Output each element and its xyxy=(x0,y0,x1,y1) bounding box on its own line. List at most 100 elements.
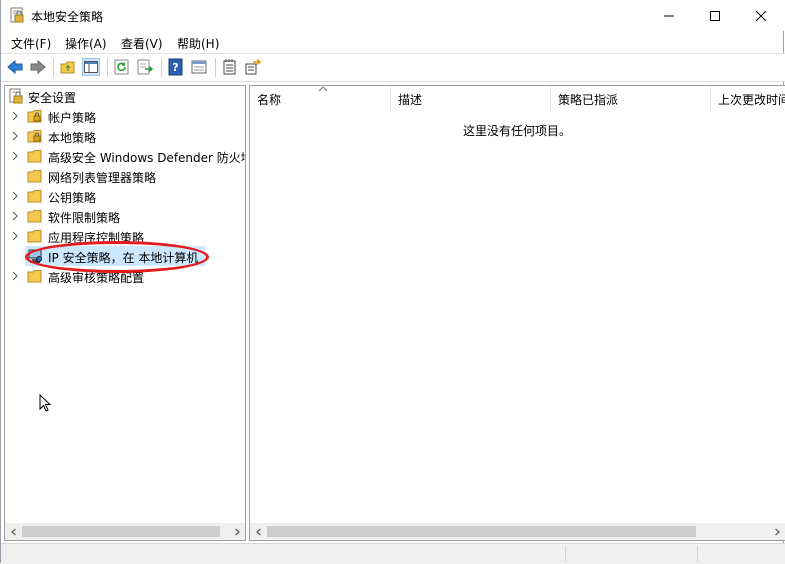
window-title: 本地安全策略 xyxy=(31,10,104,24)
tree-item-account-policies[interactable]: 帐户策略 xyxy=(5,106,245,126)
scroll-thumb[interactable] xyxy=(267,526,696,537)
close-icon xyxy=(755,10,767,21)
folder-icon xyxy=(27,190,42,203)
tree-item-label: 网络列表管理器策略 xyxy=(48,171,157,185)
chevron-left-icon xyxy=(255,528,261,535)
empty-list-message: 这里没有任何项目。 xyxy=(463,124,572,138)
menu-view[interactable]: 查看(V) xyxy=(121,35,163,52)
tree-item-label: 本地策略 xyxy=(48,131,97,145)
menu-help[interactable]: 帮助(H) xyxy=(177,35,219,52)
refresh-button[interactable] xyxy=(113,58,131,76)
tree-item-label: 帐户策略 xyxy=(48,111,97,125)
column-label: 上次更改时间 xyxy=(718,93,785,107)
show-hide-tree-icon xyxy=(84,61,98,73)
minimize-button[interactable] xyxy=(646,0,692,31)
tree-item-public-key[interactable]: 公钥策略 xyxy=(5,186,245,206)
tree-item-software-restriction[interactable]: 软件限制策略 xyxy=(5,206,245,226)
chevron-right-icon xyxy=(774,528,780,535)
tree-root-item[interactable]: 安全设置 xyxy=(5,86,245,106)
status-bar-section xyxy=(565,546,696,562)
sort-ascending-icon xyxy=(318,86,328,92)
minimize-icon xyxy=(664,15,674,16)
tree-item-local-policies[interactable]: 本地策略 xyxy=(5,126,245,146)
red-annotation-circle xyxy=(25,241,209,273)
tree-item-label: 公钥策略 xyxy=(48,191,97,205)
list-horizontal-scrollbar[interactable] xyxy=(250,523,785,540)
folder-icon xyxy=(27,230,42,243)
column-header-description[interactable]: 描述 xyxy=(391,86,551,110)
toolbar-separator xyxy=(161,58,162,77)
forward-button[interactable] xyxy=(29,58,47,76)
chevron-left-icon xyxy=(10,528,16,535)
svg-text:?: ? xyxy=(172,61,178,74)
toolbar-separator xyxy=(215,58,216,77)
properties-icon xyxy=(191,60,207,74)
tree-root-label: 安全设置 xyxy=(28,91,77,105)
app-window: 本地安全策略 文件(F) 操作(A) 查看(V) 帮助(H) ? 安全设置 帐户… xyxy=(0,0,785,564)
help-icon: ? xyxy=(168,58,183,76)
chevron-right-icon[interactable] xyxy=(11,231,19,241)
scroll-right-button[interactable] xyxy=(768,523,785,540)
chevron-right-icon[interactable] xyxy=(11,271,19,281)
tree-pane[interactable]: 安全设置 帐户策略 本地策略 高级安全 Windows Defender 防火墙… xyxy=(4,85,246,541)
properties-button[interactable] xyxy=(190,58,208,76)
column-label: 描述 xyxy=(398,93,423,107)
chevron-right-icon[interactable] xyxy=(11,191,19,201)
close-button[interactable] xyxy=(738,0,784,31)
scroll-left-button[interactable] xyxy=(250,523,267,540)
security-settings-icon xyxy=(9,88,23,104)
export-list-button[interactable] xyxy=(136,58,154,76)
status-bar-section xyxy=(697,546,784,562)
tree-item-label: 高级安全 Windows Defender 防火墙 xyxy=(48,151,246,165)
toolbar: ? xyxy=(1,54,785,82)
move-tasks-icon xyxy=(245,58,262,75)
list-pane[interactable]: 名称 描述 策略已指派 上次更改时间 这里没有任何项目。 xyxy=(249,85,785,541)
up-one-level-button[interactable] xyxy=(59,58,77,76)
chevron-right-icon[interactable] xyxy=(11,111,19,121)
security-policy-app-icon xyxy=(10,7,24,23)
menu-action[interactable]: 操作(A) xyxy=(65,35,107,52)
help-button[interactable]: ? xyxy=(167,58,185,76)
back-button[interactable] xyxy=(6,58,24,76)
chevron-right-icon[interactable] xyxy=(11,211,19,221)
scroll-right-button[interactable] xyxy=(228,523,245,540)
refresh-icon xyxy=(114,59,129,75)
chevron-right-icon[interactable] xyxy=(11,131,19,141)
notepad-button[interactable] xyxy=(221,58,239,76)
folder-icon xyxy=(27,150,42,163)
tree-horizontal-scrollbar[interactable] xyxy=(5,523,245,540)
mouse-cursor-icon xyxy=(39,394,52,412)
column-label: 名称 xyxy=(257,93,282,107)
menu-file[interactable]: 文件(F) xyxy=(11,35,51,52)
column-header-last-modified[interactable]: 上次更改时间 xyxy=(711,86,785,110)
folder-icon xyxy=(27,270,42,283)
notepad-icon xyxy=(223,59,236,75)
status-bar xyxy=(1,543,785,564)
move-tasks-button[interactable] xyxy=(244,58,262,76)
menu-bar: 文件(F) 操作(A) 查看(V) 帮助(H) xyxy=(1,31,785,54)
chevron-right-icon xyxy=(234,528,240,535)
locked-folder-icon xyxy=(27,130,42,143)
up-folder-icon xyxy=(60,61,75,74)
maximize-button[interactable] xyxy=(692,0,738,31)
toolbar-separator xyxy=(107,58,108,77)
title-bar: 本地安全策略 xyxy=(1,0,785,31)
column-header-assigned[interactable]: 策略已指派 xyxy=(551,86,711,110)
tree-item-network-list[interactable]: 网络列表管理器策略 xyxy=(5,166,245,186)
column-header-name[interactable]: 名称 xyxy=(250,86,391,110)
tree-item-firewall[interactable]: 高级安全 Windows Defender 防火墙 xyxy=(5,146,245,166)
toolbar-separator xyxy=(53,58,54,77)
tree-item-label: 软件限制策略 xyxy=(48,211,121,225)
scroll-thumb[interactable] xyxy=(22,526,220,537)
scroll-left-button[interactable] xyxy=(5,523,22,540)
back-arrow-icon xyxy=(7,59,23,75)
forward-arrow-icon xyxy=(30,59,46,75)
maximize-icon xyxy=(710,10,720,21)
export-list-icon xyxy=(137,59,154,75)
chevron-right-icon[interactable] xyxy=(11,151,19,161)
folder-icon xyxy=(27,210,42,223)
column-label: 策略已指派 xyxy=(558,93,619,107)
folder-icon xyxy=(27,170,42,183)
locked-folder-icon xyxy=(27,110,42,123)
show-hide-tree-button[interactable] xyxy=(82,58,100,76)
